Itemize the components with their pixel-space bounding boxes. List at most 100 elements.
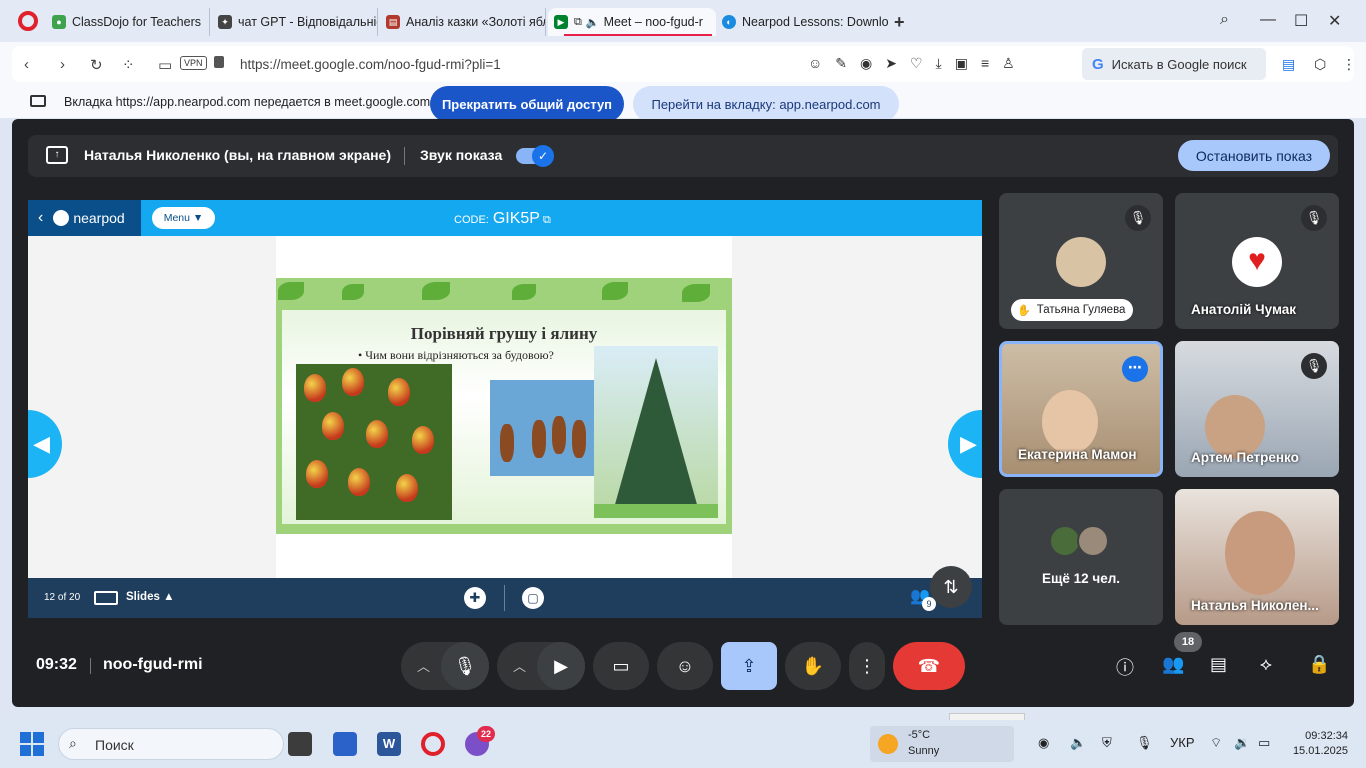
present-button[interactable]: ⇪: [721, 642, 777, 690]
player-icon[interactable]: ▣: [955, 55, 968, 72]
download-icon[interactable]: ⤓: [936, 55, 942, 72]
extensions-icon[interactable]: ⬡: [1314, 56, 1326, 73]
back-icon[interactable]: ‹: [38, 209, 43, 227]
swap-layout-button[interactable]: ⇅: [930, 566, 972, 608]
vpn-badge[interactable]: VPN: [180, 56, 207, 70]
tab-classdojo[interactable]: ● ClassDojo for Teachers: [46, 8, 210, 36]
windows-start-icon[interactable]: [20, 732, 44, 756]
windows-taskbar: ⌕ Поиск W -5°C Sunny ◉ 🔈 ⛨ 🎙 УКР ⌔ 🔉 ▭ 0…: [0, 720, 1366, 768]
spruce-cones-image: [490, 380, 594, 476]
opera-taskbar-icon[interactable]: [421, 732, 445, 756]
participant-tile[interactable]: 🎙 Артем Петренко: [1175, 341, 1339, 477]
more-options-button[interactable]: ⋮: [849, 642, 885, 690]
store-icon[interactable]: [333, 732, 357, 756]
battery-icon[interactable]: ▭: [1258, 735, 1270, 751]
participant-tile[interactable]: 🎙 ♥ Анатолій Чумак: [1175, 193, 1339, 329]
tab-meet[interactable]: ▶ ⧉ 🔈 Meet – noo-fgud-r: [548, 8, 716, 36]
maximize-icon[interactable]: ☐: [1294, 11, 1308, 31]
share-sound-toggle[interactable]: ✓: [516, 145, 554, 167]
edit-icon[interactable]: ✎: [835, 55, 847, 72]
tab-audio-icon[interactable]: 🔈: [586, 16, 600, 29]
code-value: GIK5P: [492, 210, 540, 227]
language-indicator[interactable]: УКР: [1170, 735, 1195, 750]
chevron-up-icon[interactable]: ︿: [513, 656, 526, 675]
meet-icon: ▶: [554, 15, 568, 29]
people-icon[interactable]: 👥: [1162, 654, 1184, 675]
security-icon[interactable]: ⛨: [1102, 735, 1112, 751]
close-icon[interactable]: ✕: [1328, 11, 1341, 31]
captions-button[interactable]: ▭: [593, 642, 649, 690]
snapshot-icon[interactable]: ◉: [860, 55, 872, 72]
viber-badge: 22: [477, 726, 495, 742]
speed-dial-icon[interactable]: ⁘: [122, 56, 135, 74]
whiteboard-icon[interactable]: ▢: [522, 587, 544, 609]
tab-pip-icon[interactable]: ⧉: [574, 16, 582, 29]
tab-analysis[interactable]: ▤ Аналіз казки «Золоті ябл: [380, 8, 546, 36]
opera-logo-icon[interactable]: [18, 11, 38, 31]
raise-hand-button[interactable]: ✋: [785, 642, 841, 690]
nearpod-logo[interactable]: ‹ nearpod: [28, 200, 141, 236]
previous-slide-button[interactable]: ◀: [28, 410, 62, 478]
nearpod-icon: ◐: [722, 15, 736, 29]
volume-muted-icon[interactable]: 🔈: [1070, 735, 1086, 751]
nearpod-code[interactable]: CODE: GIK5P ⧉: [454, 210, 551, 228]
system-clock[interactable]: 09:32:34 15.01.2025: [1290, 729, 1348, 759]
new-tab-button[interactable]: +: [894, 12, 905, 33]
host-controls-icon[interactable]: 🔒: [1308, 654, 1330, 675]
next-slide-button[interactable]: ▶: [948, 410, 982, 478]
task-view-icon[interactable]: [288, 732, 312, 756]
emoji-button[interactable]: ☺: [657, 642, 713, 690]
activities-icon[interactable]: ⟡: [1260, 654, 1272, 675]
volume-icon[interactable]: 🔉: [1234, 735, 1250, 751]
mic-icon[interactable]: 🎙: [441, 642, 489, 690]
sidebar-icon[interactable]: ▤: [1282, 56, 1295, 73]
back-icon[interactable]: ‹: [24, 56, 29, 73]
heart-icon[interactable]: ♡: [910, 55, 923, 72]
google-search-box[interactable]: G Искать в Google поиск: [1082, 48, 1266, 80]
tab-nearpod[interactable]: ◐ Nearpod Lessons: Downlo: [716, 8, 888, 36]
camera-icon[interactable]: ▭: [158, 56, 172, 74]
url-field[interactable]: https://meet.google.com/noo-fgud-rmi?pli…: [240, 57, 501, 72]
participant-name: Анатолій Чумак: [1191, 302, 1297, 317]
tab-title: чат GPT - Відповідальніст: [238, 15, 378, 29]
wifi-icon[interactable]: ⌔: [1210, 735, 1222, 751]
forward-icon[interactable]: ›: [60, 56, 65, 73]
settings-icon[interactable]: ≡: [981, 55, 989, 72]
stop-presenting-button[interactable]: Остановить показ: [1178, 140, 1330, 171]
send-icon[interactable]: ➤: [885, 55, 897, 72]
shared-screen[interactable]: ‹ nearpod Menu ▼ CODE: GIK5P ⧉ Порівняй г…: [28, 200, 982, 618]
viber-tray-icon[interactable]: ◉: [1038, 735, 1049, 751]
minimize-icon[interactable]: —: [1260, 11, 1276, 29]
tab-chatgpt[interactable]: ✦ чат GPT - Відповідальніст: [212, 8, 378, 36]
taskbar-search[interactable]: ⌕ Поиск: [58, 728, 284, 760]
chevron-up-icon[interactable]: ︿: [417, 656, 430, 675]
more-options-icon[interactable]: ⋯: [1122, 356, 1148, 382]
more-participants-tile[interactable]: Ещё 12 чел.: [999, 489, 1163, 625]
search-tabs-icon[interactable]: ⌕: [1220, 11, 1229, 29]
slides-icon[interactable]: [94, 591, 118, 605]
slides-toggle[interactable]: Slides ▲: [126, 591, 174, 603]
word-icon[interactable]: W: [377, 732, 401, 756]
info-icon[interactable]: ⓘ: [1116, 654, 1134, 680]
stop-sharing-button[interactable]: Прекратить общий доступ: [430, 86, 624, 122]
hand-icon: ✋: [1017, 304, 1031, 317]
microphone-tray-icon[interactable]: 🎙: [1136, 735, 1153, 751]
participant-tile[interactable]: ⋯ Екатерина Мамон: [999, 341, 1163, 477]
participant-tile[interactable]: 🎙 ✋ Татьяна Гуляева: [999, 193, 1163, 329]
weather-widget[interactable]: -5°C Sunny: [870, 726, 1014, 762]
chat-icon[interactable]: ▤: [1210, 654, 1227, 675]
camera-icon[interactable]: ▶: [537, 642, 585, 690]
divider: [504, 585, 505, 611]
participants-icon[interactable]: 👥 9: [910, 586, 936, 611]
nearpod-menu-button[interactable]: Menu ▼: [152, 207, 215, 229]
lock-icon[interactable]: [214, 56, 224, 68]
leave-call-button[interactable]: ☎: [893, 642, 965, 690]
profile-icon[interactable]: ♙: [1002, 55, 1015, 72]
goto-tab-button[interactable]: Перейти на вкладку: app.nearpod.com: [633, 86, 899, 122]
avatar: [1056, 237, 1106, 287]
add-activity-icon[interactable]: ✚: [464, 587, 486, 609]
menu-icon[interactable]: ⋮: [1342, 56, 1356, 73]
reload-icon[interactable]: ↻: [90, 56, 103, 74]
emoji-icon[interactable]: ☺: [808, 55, 822, 72]
participant-tile-self[interactable]: Наталья Николен...: [1175, 489, 1339, 625]
